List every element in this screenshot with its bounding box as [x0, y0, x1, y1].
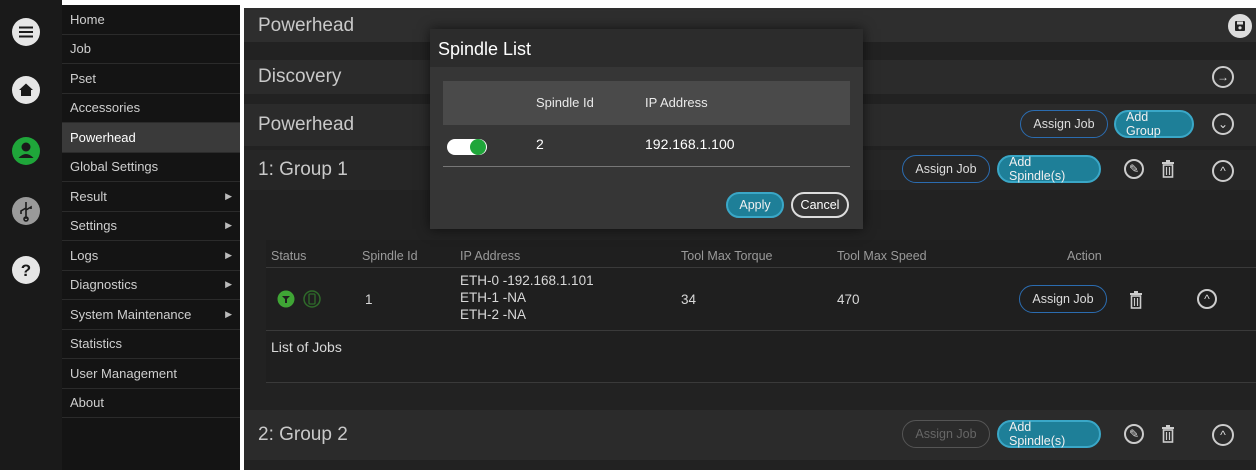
sidebar-item-pset[interactable]: Pset — [62, 64, 240, 94]
submenu-arrow-icon: ▶ — [225, 308, 232, 319]
home-icon[interactable] — [11, 75, 41, 105]
help-icon[interactable]: ? — [11, 255, 41, 285]
group1-assign-job-button[interactable]: Assign Job — [902, 155, 990, 183]
row-speed: 470 — [837, 292, 860, 307]
edit-icon[interactable]: ✎ — [1124, 159, 1144, 179]
submenu-arrow-icon: ▶ — [225, 249, 232, 260]
group2-title: 2: Group 2 — [258, 424, 348, 445]
icon-rail: ? — [0, 0, 62, 470]
add-group-button[interactable]: Add Group — [1114, 110, 1194, 138]
spindle-select-toggle[interactable] — [447, 139, 487, 155]
usb-icon[interactable] — [11, 196, 41, 226]
col-spindle-id: Spindle Id — [362, 249, 418, 263]
sidebar-item-logs[interactable]: Logs ▶ — [62, 241, 240, 271]
apply-button[interactable]: Apply — [726, 192, 784, 218]
modal-col-ip-address: IP Address — [645, 95, 708, 110]
submenu-arrow-icon: ▶ — [225, 220, 232, 231]
cancel-button[interactable]: Cancel — [791, 192, 849, 218]
sidebar-item-accessories[interactable]: Accessories — [62, 94, 240, 123]
row-chevron-up-icon[interactable]: ^ — [1197, 289, 1217, 309]
svg-text:?: ? — [21, 261, 31, 280]
powerhead-assign-job-button[interactable]: Assign Job — [1020, 110, 1108, 138]
sidebar-item-settings[interactable]: Settings ▶ — [62, 212, 240, 241]
page-title: Powerhead — [258, 15, 355, 36]
modal-divider — [443, 166, 850, 167]
modal-row-spindle-id: 2 — [536, 136, 544, 152]
arrow-right-icon[interactable]: → — [1212, 66, 1234, 88]
sidebar-item-user-management[interactable]: User Management — [62, 359, 240, 389]
powerhead-title: Powerhead — [258, 114, 355, 135]
row-spindle-id: 1 — [365, 292, 373, 307]
col-action: Action — [1067, 249, 1102, 263]
sidebar-item-global-settings[interactable]: Global Settings — [62, 153, 240, 182]
col-tool-max-torque: Tool Max Torque — [681, 249, 773, 263]
divider — [266, 330, 1256, 331]
trash-icon[interactable] — [1161, 160, 1175, 178]
sidebar-item-label: Result — [70, 188, 107, 204]
sidebar-item-label: Job — [70, 41, 91, 57]
col-tool-max-speed: Tool Max Speed — [837, 249, 927, 263]
sidebar-item-label: User Management — [70, 365, 177, 381]
row-trash-icon[interactable] — [1129, 291, 1143, 309]
sidebar-item-label: Home — [70, 11, 105, 27]
row-torque: 34 — [681, 292, 697, 307]
discovery-title: Discovery — [258, 66, 342, 87]
group1-title: 1: Group 1 — [258, 159, 348, 180]
status-connected-icon — [277, 290, 295, 308]
chevron-up-icon[interactable]: ^ — [1212, 160, 1234, 182]
col-status: Status — [271, 249, 307, 263]
user-icon[interactable] — [11, 136, 41, 166]
spindle-list-modal: Spindle List Spindle Id IP Address 2 192… — [430, 29, 863, 229]
list-of-jobs-label: List of Jobs — [271, 339, 342, 355]
submenu-arrow-icon: ▶ — [225, 190, 232, 201]
sidebar-item-powerhead[interactable]: Powerhead — [62, 123, 240, 153]
sidebar-item-label: Diagnostics — [70, 277, 138, 293]
sidebar-item-diagnostics[interactable]: Diagnostics ▶ — [62, 271, 240, 300]
group2-trash-icon[interactable] — [1161, 425, 1175, 443]
sidebar-item-label: About — [70, 395, 104, 411]
modal-title: Spindle List — [438, 39, 532, 59]
status-power-icon — [303, 290, 321, 308]
sidebar-item-about[interactable]: About — [62, 389, 240, 418]
sidebar-item-home[interactable]: Home — [62, 5, 240, 35]
group1-add-spindles-button[interactable]: Add Spindle(s) — [997, 155, 1101, 183]
group2-chevron-up-icon[interactable]: ^ — [1212, 424, 1234, 446]
sidebar-item-label: Statistics — [70, 336, 123, 352]
sidebar-item-result[interactable]: Result ▶ — [62, 182, 240, 212]
menu-icon[interactable] — [11, 17, 41, 47]
sidebar-item-label: System Maintenance — [70, 306, 192, 322]
row-ip-eth0: ETH-0 -192.168.1.101 — [460, 273, 594, 288]
row-ip-eth2: ETH-2 -NA — [460, 307, 527, 322]
chevron-down-icon[interactable]: ⌄ — [1212, 113, 1234, 135]
sidebar-item-label: Pset — [70, 70, 97, 86]
sidebar-item-label: Logs — [70, 247, 99, 263]
sidebar-menu: Home Job Pset Accessories Powerhead Global Se… — [62, 5, 240, 470]
sidebar-item-statistics[interactable]: Statistics — [62, 330, 240, 359]
modal-col-spindle-id: Spindle Id — [536, 95, 594, 110]
sidebar-item-label: Accessories — [70, 100, 141, 116]
save-icon[interactable] — [1228, 14, 1252, 38]
row-ip-eth1: ETH-1 -NA — [460, 290, 527, 305]
group2-add-spindles-button[interactable]: Add Spindle(s) — [997, 420, 1101, 448]
group2-assign-job-button[interactable]: Assign Job — [902, 420, 990, 448]
submenu-arrow-icon: ▶ — [225, 279, 232, 290]
toggle-knob — [470, 139, 486, 155]
divider — [266, 267, 1256, 268]
sidebar-item-label: Powerhead — [70, 129, 136, 145]
sidebar-item-label: Global Settings — [70, 159, 159, 175]
sidebar-item-system-maintenance[interactable]: System Maintenance ▶ — [62, 300, 240, 330]
sidebar-item-label: Settings — [70, 218, 117, 234]
group2-header: 2: Group 2 — [244, 410, 1256, 460]
modal-header: Spindle List — [430, 29, 863, 67]
modal-row-ip: 192.168.1.100 — [645, 136, 735, 152]
row-assign-job-button[interactable]: Assign Job — [1019, 285, 1107, 313]
col-ip-address: IP Address — [460, 249, 521, 263]
group2-edit-icon[interactable]: ✎ — [1124, 424, 1144, 444]
sidebar-item-job[interactable]: Job — [62, 35, 240, 64]
